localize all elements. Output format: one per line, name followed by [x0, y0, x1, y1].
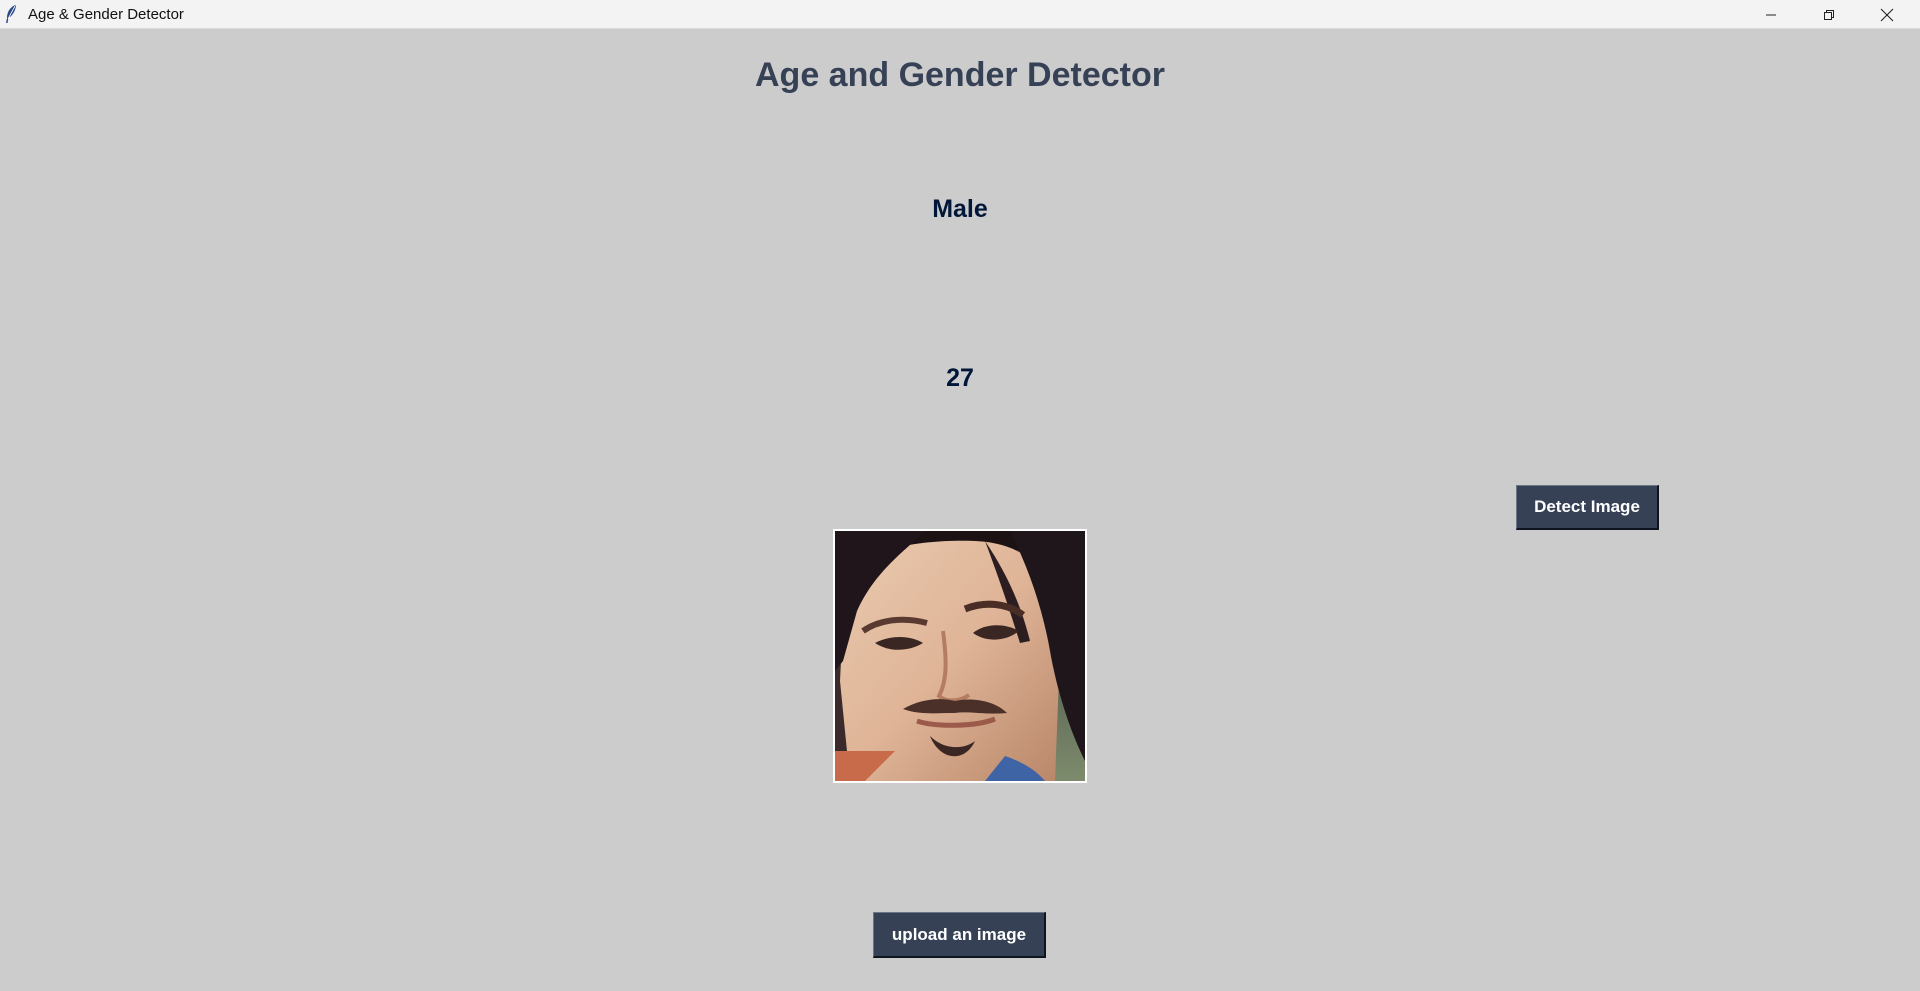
restore-icon — [1824, 9, 1834, 20]
face-photo — [835, 531, 1085, 781]
title-bar[interactable]: Age & Gender Detector — [0, 0, 1920, 29]
restore-button[interactable] — [1800, 0, 1858, 29]
minimize-icon — [1766, 14, 1776, 15]
minimize-button[interactable] — [1742, 0, 1800, 29]
main-area: Age and Gender Detector Male 27 Detect I… — [0, 29, 1920, 991]
close-icon — [1880, 8, 1894, 21]
app-window: Age & Gender Detector Age and Gender Det… — [0, 0, 1920, 991]
window-title: Age & Gender Detector — [28, 6, 184, 23]
gender-result-label: Male — [932, 195, 988, 223]
page-title: Age and Gender Detector — [755, 56, 1165, 94]
detect-image-button[interactable]: Detect Image — [1516, 485, 1659, 530]
close-button[interactable] — [1858, 0, 1916, 29]
uploaded-image — [833, 529, 1087, 783]
upload-image-button[interactable]: upload an image — [873, 912, 1046, 958]
age-result-label: 27 — [946, 364, 974, 392]
feather-icon — [6, 5, 16, 23]
